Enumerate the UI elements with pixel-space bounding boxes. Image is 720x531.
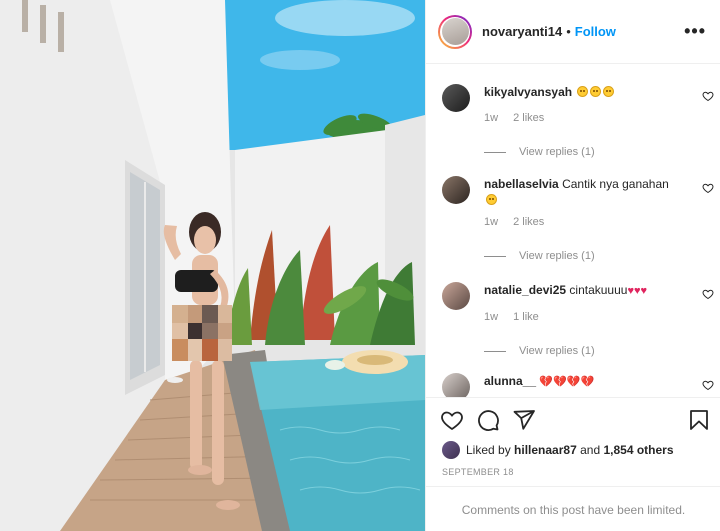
red-heart-icon: ♥♥♥ <box>627 285 648 297</box>
comment-likes[interactable]: 2 likes <box>513 112 544 124</box>
poolside-photo <box>0 0 425 531</box>
author-avatar[interactable] <box>438 14 472 49</box>
heart-icon[interactable] <box>440 408 464 432</box>
share-icon[interactable] <box>512 408 536 432</box>
liked-by-prefix: Liked by <box>466 443 511 457</box>
comment-item: kikyalvyansyah 1w 2 likes View replies (… <box>442 84 714 160</box>
view-replies-label: View replies (1) <box>519 345 595 357</box>
view-replies-button[interactable]: View replies (1) <box>484 248 706 264</box>
comment-likes[interactable]: 1 like <box>513 311 539 323</box>
comment-username[interactable]: alunna__ <box>484 374 536 388</box>
divider <box>484 350 506 352</box>
comment-text: cintakuuuu <box>569 283 628 297</box>
avatar[interactable] <box>442 373 470 397</box>
view-replies-button[interactable]: View replies (1) <box>484 343 706 359</box>
comment-username[interactable]: kikyalvyansyah <box>484 85 572 99</box>
small-heart-icon[interactable] <box>702 379 714 391</box>
smile-emoji-icon <box>603 86 615 97</box>
post-side-panel: novaryanti14 • Follow ••• kikyalvyansyah… <box>425 0 720 531</box>
comment-item: alunna__ 💔💔💔💔 <box>442 373 714 397</box>
avatar[interactable] <box>442 176 470 204</box>
post-header: novaryanti14 • Follow ••• <box>426 0 720 64</box>
comment-meta: 1w 2 likes <box>484 110 706 126</box>
view-replies-label: View replies (1) <box>519 146 595 158</box>
comment-item: natalie_devi25 cintakuuuu♥♥♥ 1w 1 like V… <box>442 282 714 359</box>
view-replies-button[interactable]: View replies (1) <box>484 144 706 160</box>
comments-limited-notice: Comments on this post have been limited. <box>426 486 720 531</box>
emoji-group <box>575 85 615 99</box>
action-icons <box>440 408 711 432</box>
divider <box>484 151 506 153</box>
censor-mosaic <box>172 305 232 361</box>
comment-meta: 1w 2 likes <box>484 214 706 230</box>
comment-meta: 1w 1 like <box>484 309 706 325</box>
smile-emoji-icon <box>590 86 602 97</box>
comment-item: nabellaselvia Cantik nya ganahan 1w 2 li… <box>442 176 714 264</box>
comment-likes[interactable]: 2 likes <box>513 216 544 228</box>
liked-by-others[interactable]: 1,854 others <box>603 443 673 457</box>
comment-age: 1w <box>484 112 499 124</box>
post-actions: Liked by hillenaar87 and 1,854 others SE… <box>426 397 720 531</box>
liked-by: Liked by hillenaar87 and 1,854 others <box>442 441 674 459</box>
comment-text: Cantik nya ganahan <box>562 177 669 191</box>
comment-icon[interactable] <box>476 408 500 432</box>
post-photo[interactable] <box>0 0 425 531</box>
small-heart-icon[interactable] <box>702 288 714 300</box>
small-heart-icon[interactable] <box>702 90 714 102</box>
post-date[interactable]: SEPTEMBER 18 <box>442 467 514 477</box>
liked-by-user[interactable]: hillenaar87 <box>514 443 577 457</box>
liked-by-conjunction: and <box>580 443 601 457</box>
comment-username[interactable]: nabellaselvia <box>484 177 559 191</box>
view-replies-label: View replies (1) <box>519 250 595 262</box>
comment-age: 1w <box>484 311 499 323</box>
comment-age: 1w <box>484 216 499 228</box>
smile-emoji-icon <box>486 194 497 205</box>
avatar[interactable] <box>442 441 460 459</box>
divider <box>484 255 506 257</box>
avatar[interactable] <box>442 84 470 112</box>
smile-emoji-icon <box>577 86 589 97</box>
more-icon[interactable]: ••• <box>684 21 706 42</box>
broken-heart-icon: 💔💔💔💔 <box>539 376 595 388</box>
comment-username[interactable]: natalie_devi25 <box>484 283 566 297</box>
comment-list[interactable]: kikyalvyansyah 1w 2 likes View replies (… <box>426 64 720 397</box>
avatar[interactable] <box>442 282 470 310</box>
bookmark-icon[interactable] <box>687 408 711 432</box>
small-heart-icon[interactable] <box>702 182 714 194</box>
separator-dot: • <box>566 24 571 39</box>
follow-button[interactable]: Follow <box>575 24 616 39</box>
author-username[interactable]: novaryanti14 <box>482 24 562 39</box>
